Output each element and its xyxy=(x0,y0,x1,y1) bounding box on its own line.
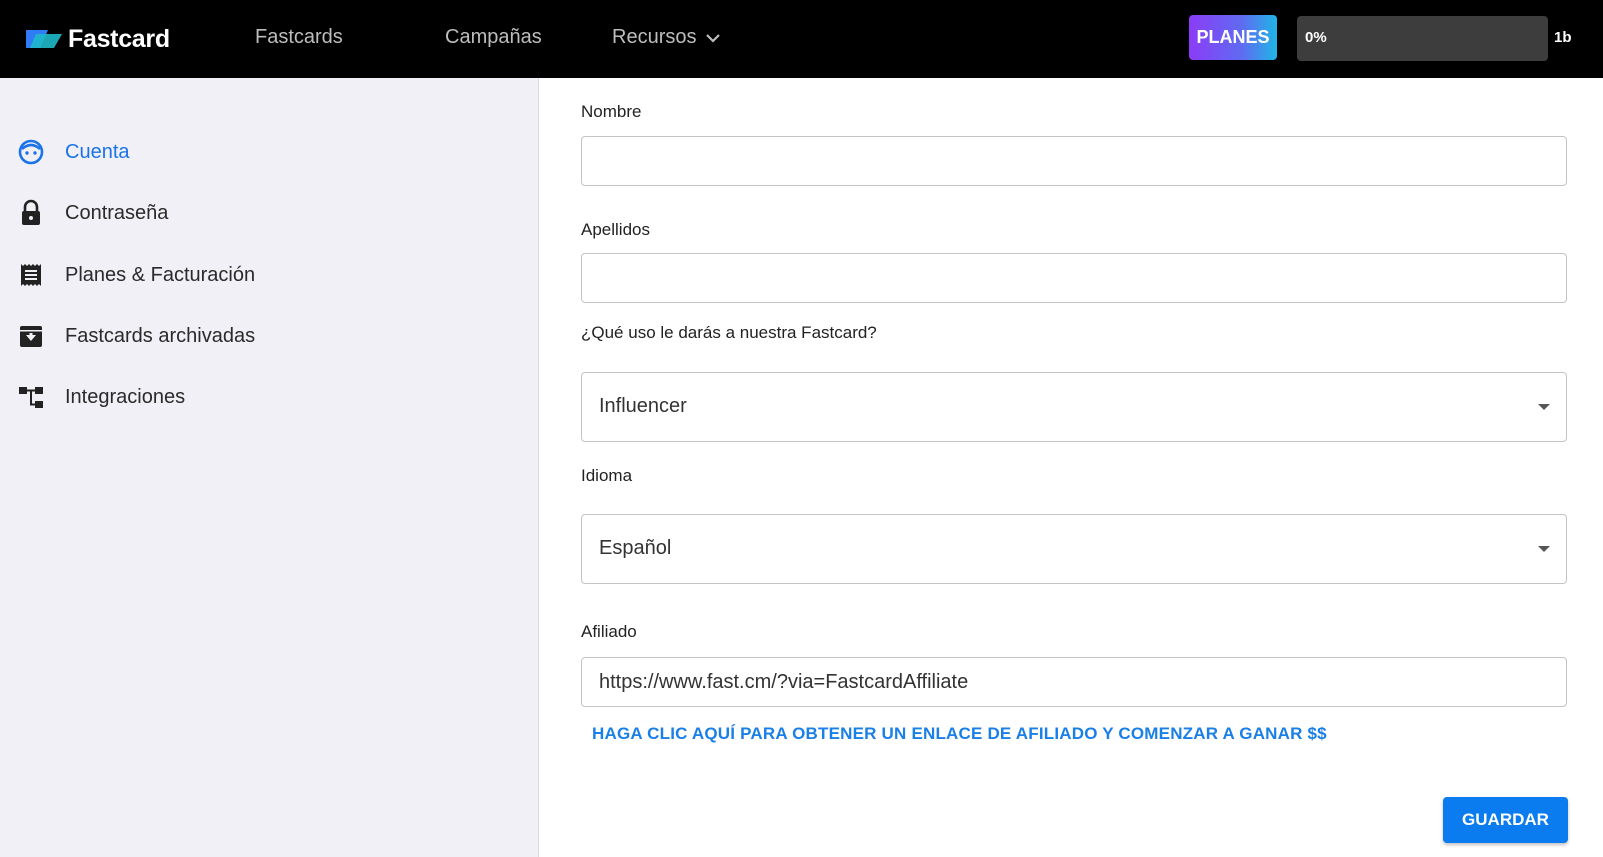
nav-recursos[interactable]: Recursos xyxy=(612,26,721,49)
sidebar-item-label: Cuenta xyxy=(65,140,130,163)
idioma-label: Idioma xyxy=(581,466,633,485)
sidebar-item-label: Fastcards archivadas xyxy=(65,324,256,347)
face-icon xyxy=(17,138,45,166)
chevron-down-icon xyxy=(706,33,721,43)
afiliado-input[interactable] xyxy=(581,657,1567,707)
quota-text: 1b xyxy=(1554,29,1572,46)
planes-button[interactable]: PLANES xyxy=(1189,15,1277,60)
affiliate-link[interactable]: HAGA CLIC AQUÍ PARA OBTENER UN ENLACE DE… xyxy=(592,724,1327,744)
dropdown-arrow-icon xyxy=(1538,546,1550,552)
uso-select[interactable]: Influencer xyxy=(581,372,1567,442)
nombre-input[interactable] xyxy=(581,136,1567,186)
sidebar: Cuenta Contraseña Planes & Facturación F… xyxy=(0,78,539,857)
lock-icon xyxy=(17,199,45,227)
sidebar-item-fastcards-archivadas[interactable]: Fastcards archivadas xyxy=(17,321,255,351)
fastcard-logo-icon xyxy=(26,30,62,48)
save-button[interactable]: GUARDAR xyxy=(1443,797,1568,843)
dropdown-arrow-icon xyxy=(1538,404,1550,410)
sidebar-item-integraciones[interactable]: Integraciones xyxy=(17,382,185,412)
nav-campanas[interactable]: Campañas xyxy=(445,26,542,49)
usage-progress-bar: 0% xyxy=(1297,16,1548,61)
uso-label: ¿Qué uso le darás a nuestra Fastcard? xyxy=(581,323,877,342)
sidebar-item-cuenta[interactable]: Cuenta xyxy=(17,137,130,167)
top-bar: Fastcard Fastcards Campañas Recursos PLA… xyxy=(0,0,1603,78)
idioma-select-value: Español xyxy=(599,537,672,559)
apellidos-label: Apellidos xyxy=(581,220,650,239)
usage-progress-text: 0% xyxy=(1305,29,1327,46)
sidebar-item-contrasena[interactable]: Contraseña xyxy=(17,198,168,228)
nav-fastcards[interactable]: Fastcards xyxy=(255,26,343,49)
sidebar-item-label: Contraseña xyxy=(65,201,169,224)
brand-name: Fastcard xyxy=(68,24,170,53)
sidebar-item-label: Planes & Facturación xyxy=(65,263,256,286)
apellidos-input[interactable] xyxy=(581,253,1567,303)
nombre-label: Nombre xyxy=(581,102,642,121)
idioma-select[interactable]: Español xyxy=(581,514,1567,584)
uso-select-value: Influencer xyxy=(599,395,687,417)
sidebar-item-label: Integraciones xyxy=(65,385,186,408)
archive-icon xyxy=(17,322,45,350)
receipt-icon xyxy=(17,261,45,289)
nav-recursos-label: Recursos xyxy=(612,26,697,48)
sidebar-item-planes-facturacion[interactable]: Planes & Facturación xyxy=(17,260,255,290)
integrations-icon xyxy=(17,383,45,411)
afiliado-label: Afiliado xyxy=(581,622,637,641)
brand-logo[interactable]: Fastcard xyxy=(26,24,170,54)
